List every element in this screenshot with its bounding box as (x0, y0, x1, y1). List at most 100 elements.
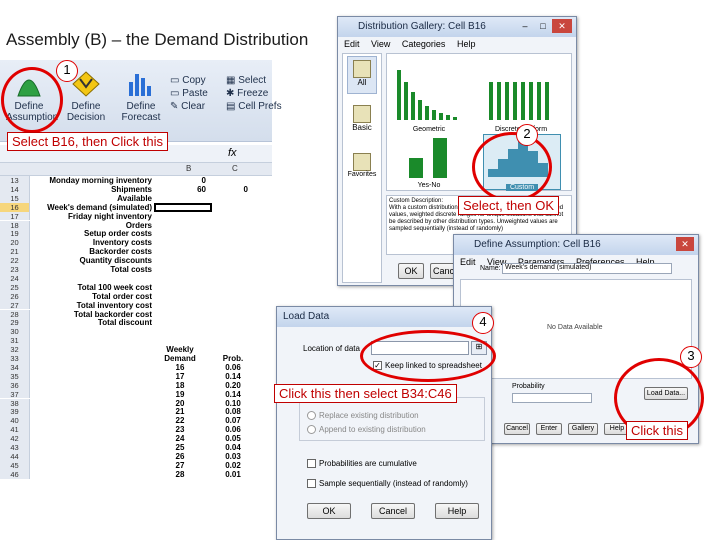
row-number[interactable]: 14 (0, 184, 30, 194)
cell-b[interactable]: 26 (150, 452, 210, 461)
column-b-header[interactable]: B (186, 164, 191, 173)
cell-c[interactable]: 0.14 (218, 390, 248, 399)
da-cancel-button[interactable]: Cancel (504, 423, 530, 435)
row-number[interactable]: 18 (0, 220, 30, 229)
row-number[interactable]: 25 (0, 282, 30, 292)
cell-c[interactable]: 0.04 (218, 443, 248, 452)
row-number[interactable]: 15 (0, 193, 30, 203)
row-number[interactable]: 26 (0, 291, 30, 301)
cell-c[interactable]: Prob. (218, 354, 248, 363)
paste-button[interactable]: ▭ Paste (170, 87, 208, 100)
category-basic[interactable]: Basic (347, 102, 377, 140)
row-label[interactable]: Orders (126, 221, 152, 230)
row-number[interactable]: 32 (0, 345, 30, 354)
row-number[interactable]: 24 (0, 273, 30, 283)
row-number[interactable]: 36 (0, 380, 30, 390)
cell-b[interactable]: 19 (150, 390, 210, 399)
menu-help[interactable]: Help (457, 39, 476, 49)
clear-button[interactable]: ✎ Clear (170, 100, 208, 113)
row-number[interactable]: 42 (0, 434, 30, 443)
row-number[interactable]: 38 (0, 398, 30, 407)
menu-view[interactable]: View (371, 39, 390, 49)
load-data-ok-button[interactable]: OK (307, 503, 351, 519)
row-label[interactable]: Total backorder cost (74, 310, 152, 319)
row-number[interactable]: 31 (0, 336, 30, 345)
cell-b[interactable]: 23 (150, 425, 210, 434)
row-number[interactable]: 30 (0, 327, 30, 336)
row-number[interactable]: 41 (0, 425, 30, 434)
cell-c[interactable]: 0.03 (218, 452, 248, 461)
cell-c[interactable]: 0.06 (218, 425, 248, 434)
cell-b[interactable]: 21 (150, 407, 210, 416)
row-label[interactable]: Total 100 week cost (77, 283, 152, 292)
row-number[interactable]: 43 (0, 443, 30, 452)
cell-b[interactable]: 28 (150, 470, 210, 479)
cell-b[interactable]: 18 (150, 381, 210, 390)
cell-b[interactable]: 0 (176, 176, 206, 185)
da-enter-button[interactable]: Enter (536, 423, 562, 435)
row-number[interactable]: 39 (0, 407, 30, 416)
cell-c[interactable]: 0.08 (218, 407, 248, 416)
row-number[interactable]: 45 (0, 460, 30, 470)
cell-b[interactable]: 16 (150, 363, 210, 372)
menu-edit[interactable]: Edit (460, 257, 476, 267)
maximize-icon[interactable]: □ (536, 19, 550, 33)
row-number[interactable]: 19 (0, 229, 30, 238)
cell-c[interactable]: 0.20 (218, 381, 248, 390)
row-number[interactable]: 44 (0, 451, 30, 461)
cell-b[interactable]: 20 (150, 399, 210, 408)
row-label[interactable]: Total discount (98, 318, 152, 327)
load-data-cancel-button[interactable]: Cancel (371, 503, 415, 519)
column-c-header[interactable]: C (232, 164, 238, 173)
copy-button[interactable]: ▭ Copy (170, 74, 208, 87)
cell-b[interactable]: 27 (150, 461, 210, 470)
cell-b[interactable]: 17 (150, 372, 210, 381)
row-number[interactable]: 29 (0, 318, 30, 327)
row-number[interactable]: 37 (0, 389, 30, 399)
load-data-help-button[interactable]: Help (435, 503, 479, 519)
cell-c[interactable]: 0.07 (218, 416, 248, 425)
row-number[interactable]: 33 (0, 354, 30, 363)
cell-c[interactable]: 0.10 (218, 399, 248, 408)
row-label[interactable]: Available (117, 194, 152, 203)
cell-c[interactable]: 0.02 (218, 461, 248, 470)
define-forecast-button[interactable]: Define Forecast (118, 70, 164, 123)
cumulative-checkbox[interactable] (307, 459, 316, 468)
cell-b[interactable]: Weekly (150, 345, 210, 354)
spreadsheet[interactable]: 13 Monday morning inventory 0 14 Shipments 60… (0, 176, 272, 540)
cell-b[interactable]: 24 (150, 434, 210, 443)
select-button[interactable]: ▦ Select (226, 74, 282, 87)
close-icon[interactable]: ✕ (552, 19, 572, 33)
row-number[interactable]: 35 (0, 371, 30, 381)
row-number[interactable]: 34 (0, 362, 30, 372)
append-radio[interactable] (307, 425, 316, 434)
probability-field[interactable] (512, 393, 592, 403)
yes-no-thumbnail[interactable] (401, 136, 457, 180)
minimize-icon[interactable]: – (518, 19, 532, 33)
cell-c[interactable]: 0.06 (218, 363, 248, 372)
cell-c[interactable]: 0.01 (218, 470, 248, 479)
row-number[interactable]: 21 (0, 247, 30, 256)
cell-c[interactable]: 0.14 (218, 372, 248, 381)
row-number[interactable]: 13 (0, 176, 30, 185)
row-number[interactable]: 17 (0, 211, 30, 221)
row-label[interactable]: Monday morning inventory (49, 176, 152, 185)
row-number[interactable]: 28 (0, 309, 30, 318)
name-field[interactable]: Week's demand (simulated) (502, 263, 672, 274)
row-label[interactable]: Total costs (110, 265, 152, 274)
category-favorites[interactable]: Favorites (345, 150, 379, 188)
replace-radio[interactable] (307, 411, 316, 420)
cell-c[interactable]: 0.05 (218, 434, 248, 443)
close-icon[interactable]: ✕ (676, 237, 694, 251)
sequential-checkbox[interactable] (307, 479, 316, 488)
category-all[interactable]: All (347, 56, 377, 94)
cell-b[interactable]: 22 (150, 416, 210, 425)
menu-edit[interactable]: Edit (344, 39, 360, 49)
row-number[interactable]: 16 (0, 202, 30, 212)
da-gallery-button[interactable]: Gallery (568, 423, 598, 435)
row-label[interactable]: Inventory costs (93, 238, 152, 247)
row-number[interactable]: 20 (0, 238, 30, 247)
cell-b[interactable]: Demand (150, 354, 210, 363)
cell-prefs-button[interactable]: ▤ Cell Prefs (226, 100, 282, 113)
row-number[interactable]: 46 (0, 469, 30, 479)
